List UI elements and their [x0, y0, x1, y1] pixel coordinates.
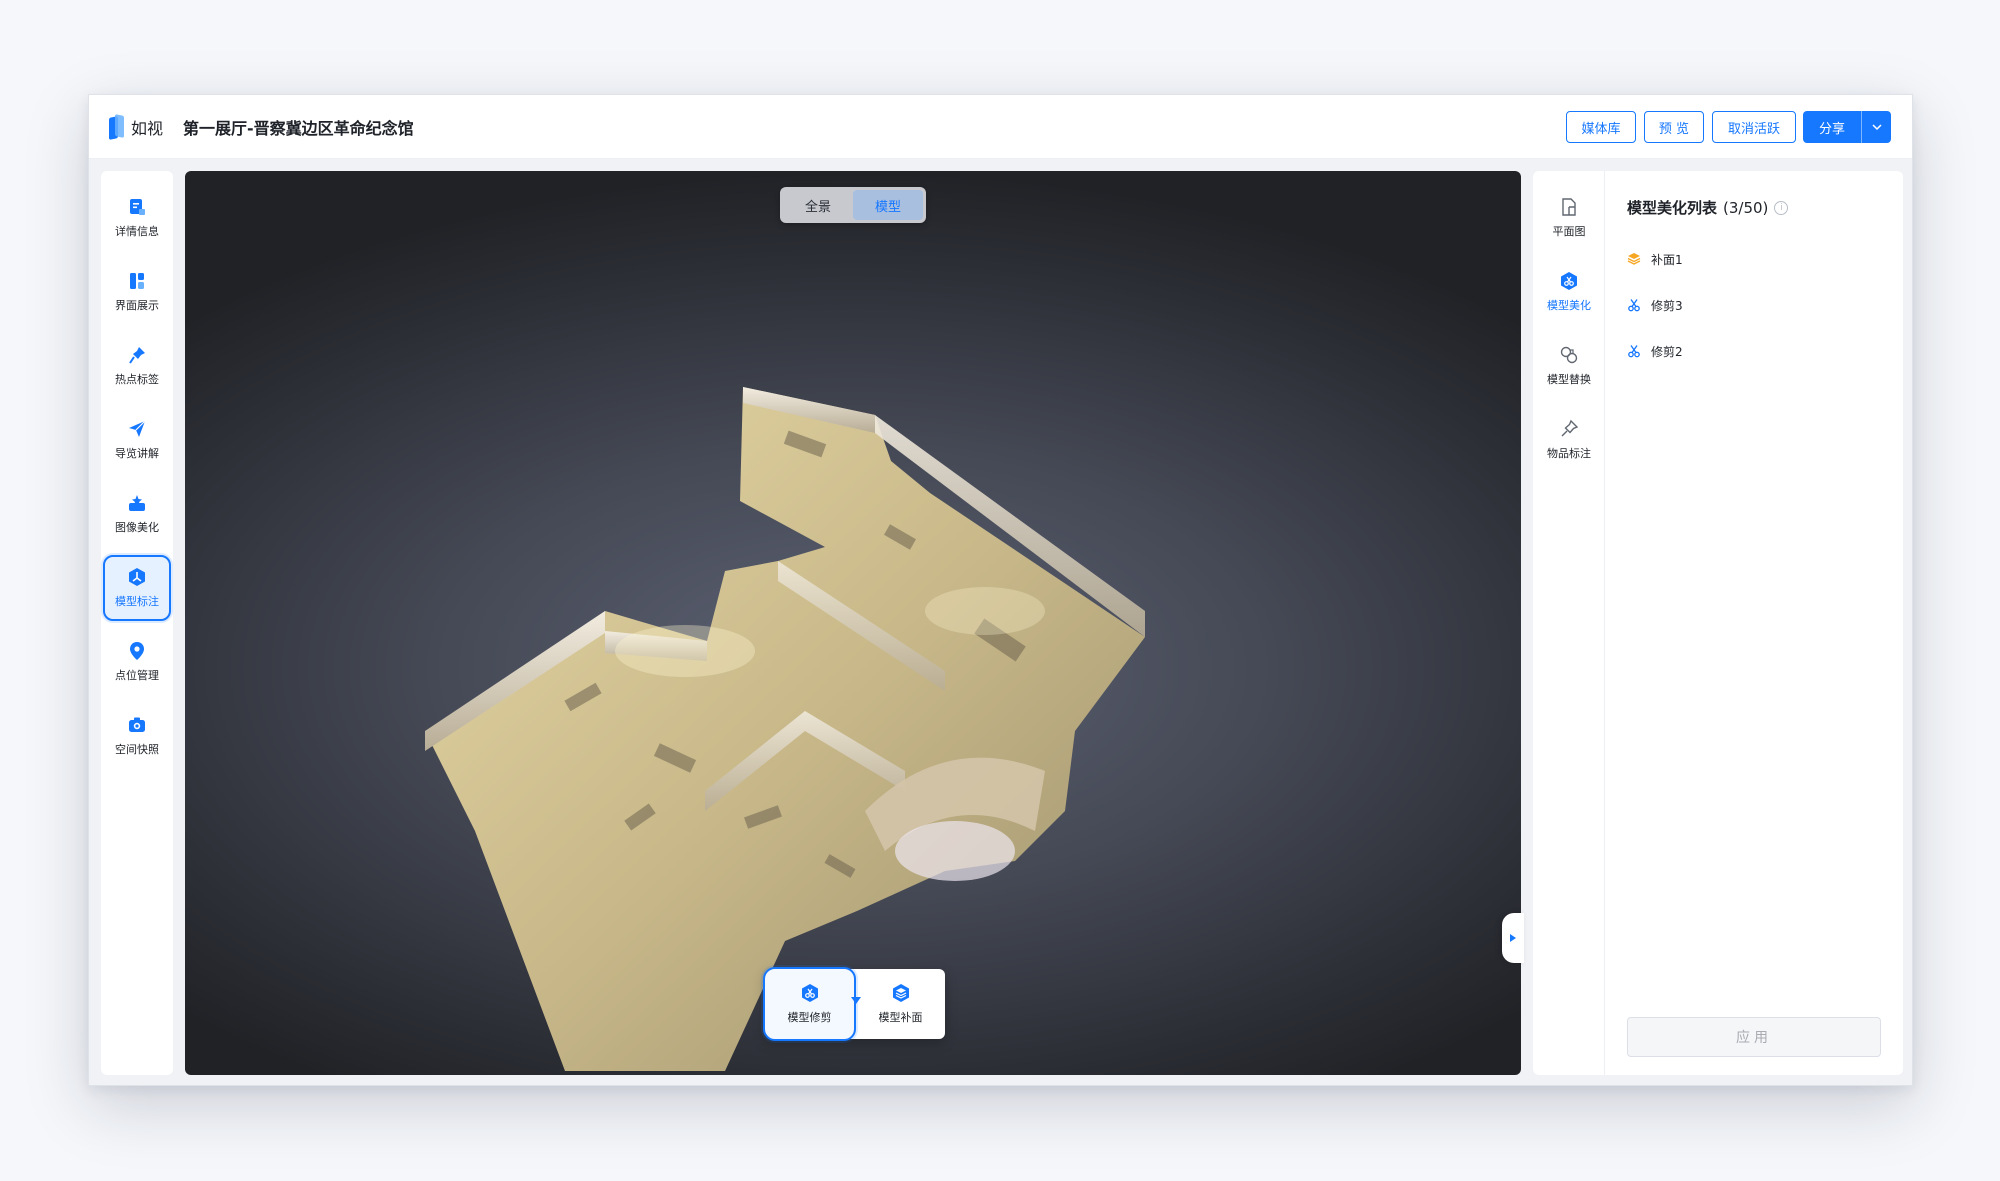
- nav-item-model-annotate[interactable]: 模型标注: [103, 555, 171, 621]
- rnav-label: 模型美化: [1547, 299, 1591, 312]
- info-icon[interactable]: i: [1774, 200, 1789, 215]
- tab-panorama[interactable]: 全景: [783, 190, 853, 220]
- pin-icon: [129, 347, 145, 364]
- camera-icon: [129, 717, 145, 732]
- panel-title-text: 模型美化列表: [1627, 199, 1718, 217]
- tab-model[interactable]: 模型: [853, 190, 923, 220]
- app-window: 如视 第一展厅-晋察冀边区革命纪念馆 媒体库 预 览 取消活跃 分享 详情信息 …: [88, 94, 1913, 1086]
- panel-collapse-button[interactable]: [1502, 913, 1524, 963]
- apply-button[interactable]: 应用: [1627, 1017, 1881, 1057]
- list-item-label: 修剪3: [1651, 298, 1683, 313]
- detail-icon: [130, 199, 145, 215]
- app-logo[interactable]: 如视: [109, 113, 163, 141]
- model-tool-bar: 模型修剪 模型补面: [763, 967, 945, 1041]
- panel-count: (3/50): [1723, 198, 1769, 217]
- nav-label: 空间快照: [115, 743, 159, 756]
- location-icon: [130, 642, 144, 660]
- logo-text: 如视: [131, 119, 164, 138]
- logo-icon: [109, 114, 125, 140]
- rnav-label: 平面图: [1552, 225, 1586, 238]
- rnav-item-floorplan[interactable]: 平面图: [1533, 185, 1605, 251]
- right-nav: 平面图 模型美化 模型替换 物品标注: [1533, 171, 1605, 1075]
- rnav-item-item-annotate[interactable]: 物品标注: [1533, 407, 1605, 473]
- preview-button[interactable]: 预 览: [1644, 111, 1704, 143]
- rnav-label: 模型替换: [1547, 373, 1591, 386]
- top-bar: 如视 第一展厅-晋察冀边区革命纪念馆 媒体库 预 览 取消活跃 分享: [89, 95, 1912, 159]
- model-highlight: [615, 625, 755, 677]
- list-item[interactable]: 修剪3: [1627, 293, 1683, 317]
- rnav-label: 物品标注: [1547, 447, 1591, 460]
- page-title: 第一展厅-晋察冀边区革命纪念馆: [183, 119, 414, 138]
- cancel-activate-button[interactable]: 取消活跃: [1712, 111, 1796, 143]
- panel-title: 模型美化列表 (3/50) i: [1627, 197, 1789, 218]
- model-patch-button[interactable]: 模型补面: [856, 969, 945, 1039]
- share-button[interactable]: 分享: [1803, 111, 1861, 143]
- nav-label: 点位管理: [115, 669, 159, 682]
- caret-right-icon: [1510, 934, 1516, 942]
- nav-item-space-snapshot[interactable]: 空间快照: [103, 703, 171, 769]
- send-icon: [129, 420, 146, 437]
- tool-label: 模型补面: [878, 1011, 923, 1024]
- share-button-group: 分享: [1803, 111, 1891, 143]
- nav-item-image-enhance[interactable]: 图像美化: [103, 481, 171, 547]
- left-sidebar: 详情信息 界面展示 热点标签 导览讲解 图像美化 模型标注 点位管理 空间快照: [101, 171, 173, 1075]
- image-enhance-icon: [129, 495, 145, 511]
- model-trim-button[interactable]: 模型修剪: [763, 967, 861, 1041]
- layout-icon: [130, 273, 144, 289]
- scissors-icon: [1628, 345, 1640, 358]
- nav-label: 界面展示: [115, 299, 159, 312]
- scissors-icon: [801, 984, 818, 1002]
- beautify-list-panel: 模型美化列表 (3/50) i 补面1 修剪3 修剪2 应用: [1605, 171, 1903, 1075]
- list-item-label: 补面1: [1651, 252, 1683, 267]
- nav-label: 详情信息: [115, 225, 159, 238]
- nav-item-detail-info[interactable]: 详情信息: [103, 185, 171, 251]
- model-annotate-icon: [129, 568, 145, 586]
- nav-label: 热点标签: [115, 373, 159, 386]
- list-item[interactable]: 修剪2: [1627, 339, 1683, 363]
- layers-icon: [892, 984, 909, 1002]
- rnav-item-model-replace[interactable]: 模型替换: [1533, 333, 1605, 399]
- view-mode-toggle: 全景 模型: [780, 187, 926, 223]
- nav-item-point-management[interactable]: 点位管理: [103, 629, 171, 695]
- layers-icon: [1627, 253, 1641, 265]
- replace-icon: [1560, 346, 1578, 364]
- share-dropdown-button[interactable]: [1861, 111, 1891, 143]
- scissors-icon: [1628, 299, 1640, 312]
- nav-label: 模型标注: [115, 595, 159, 608]
- model-beautify-icon: [1561, 272, 1577, 290]
- chevron-down-icon: [1871, 124, 1882, 131]
- floorplan-icon: [1562, 198, 1576, 216]
- model-highlight: [925, 587, 1045, 635]
- right-panel: 平面图 模型美化 模型替换 物品标注 模型美化列表 (3/50) i 补面1 修…: [1533, 171, 1903, 1075]
- media-library-button[interactable]: 媒体库: [1566, 111, 1636, 143]
- nav-item-hotspot-tag[interactable]: 热点标签: [103, 333, 171, 399]
- model-viewport[interactable]: 全景 模型 模型修剪 模型补面: [185, 171, 1521, 1075]
- nav-item-guide-narration[interactable]: 导览讲解: [103, 407, 171, 473]
- model-highlight: [895, 821, 1015, 881]
- list-item-label: 修剪2: [1651, 344, 1683, 359]
- nav-label: 图像美化: [115, 521, 159, 534]
- nav-label: 导览讲解: [115, 447, 159, 460]
- nav-item-ui-display[interactable]: 界面展示: [103, 259, 171, 325]
- rnav-item-model-beautify[interactable]: 模型美化: [1533, 259, 1605, 325]
- pushpin-icon: [1561, 419, 1579, 437]
- 3d-model-render[interactable]: [185, 171, 1521, 1075]
- list-item[interactable]: 补面1: [1627, 247, 1683, 271]
- tool-label: 模型修剪: [787, 1011, 832, 1024]
